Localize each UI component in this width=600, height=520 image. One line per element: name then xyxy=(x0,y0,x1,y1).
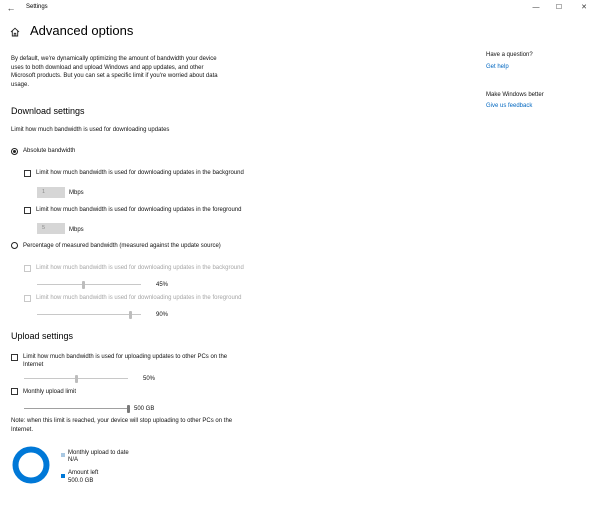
percentage-bandwidth-radio[interactable] xyxy=(11,242,18,249)
upload-usage-donut xyxy=(12,446,50,484)
abs-background-label: Limit how much bandwidth is used for dow… xyxy=(36,170,244,176)
abs-foreground-input[interactable]: 5 xyxy=(37,223,65,234)
pct-foreground-checkbox[interactable] xyxy=(24,295,31,302)
abs-foreground-unit: Mbps xyxy=(69,227,84,233)
monthly-upload-value: 500 GB xyxy=(134,406,155,412)
absolute-bandwidth-radio[interactable] xyxy=(11,148,18,155)
pct-foreground-slider-thumb[interactable] xyxy=(129,311,133,319)
get-help-link[interactable]: Get help xyxy=(486,64,509,70)
minimize-button[interactable]: — xyxy=(526,2,546,14)
upload-note: Note: when this limit is reached, your d… xyxy=(11,418,233,433)
absolute-bandwidth-label: Absolute bandwidth xyxy=(23,148,76,154)
monthly-upload-slider-track[interactable] xyxy=(24,408,128,409)
amount-left-ring xyxy=(12,446,50,484)
monthly-upload-label: Monthly upload limit xyxy=(23,389,77,395)
amount-left-legend-value: 500.0 GB xyxy=(68,478,94,484)
pct-background-value: 45% xyxy=(156,282,169,288)
download-settings-subtitle: Limit how much bandwidth is used for dow… xyxy=(11,127,170,133)
title-bar: ← Settings — ☐ ✕ xyxy=(0,0,600,16)
amount-left-legend-swatch xyxy=(61,474,65,478)
uploaded-legend-value: N/A xyxy=(68,457,79,463)
abs-background-checkbox[interactable] xyxy=(24,170,31,177)
upload-limit-label-line2: Internet xyxy=(23,362,44,368)
close-button[interactable]: ✕ xyxy=(574,2,594,14)
pct-foreground-value: 90% xyxy=(156,312,169,318)
monthly-upload-slider-thumb[interactable] xyxy=(126,405,130,413)
download-settings-heading: Download settings xyxy=(11,106,85,116)
give-us-feedback-link[interactable]: Give us feedback xyxy=(486,103,532,109)
upload-limit-checkbox[interactable] xyxy=(11,354,18,361)
abs-background-input[interactable]: 1 xyxy=(37,187,65,198)
percentage-bandwidth-label: Percentage of measured bandwidth (measur… xyxy=(23,243,221,249)
upload-limit-slider-thumb[interactable] xyxy=(74,375,78,383)
back-arrow-icon[interactable]: ← xyxy=(4,1,18,15)
have-a-question-heading: Have a question? xyxy=(486,52,533,58)
upload-limit-label-line1: Limit how much bandwidth is used for upl… xyxy=(23,354,228,360)
maximize-button[interactable]: ☐ xyxy=(549,2,569,14)
pct-background-slider-track[interactable] xyxy=(37,284,141,285)
monthly-upload-checkbox[interactable] xyxy=(11,388,18,395)
page-title: Advanced options xyxy=(30,23,134,38)
abs-foreground-label: Limit how much bandwidth is used for dow… xyxy=(36,207,242,213)
pct-background-checkbox[interactable] xyxy=(24,265,31,272)
pct-foreground-slider-track[interactable] xyxy=(37,314,141,315)
upload-settings-heading: Upload settings xyxy=(11,331,74,341)
abs-foreground-checkbox[interactable] xyxy=(24,207,31,214)
pct-foreground-label: Limit how much bandwidth is used for dow… xyxy=(36,295,242,301)
make-windows-better-heading: Make Windows better xyxy=(486,92,544,98)
upload-limit-value: 50% xyxy=(143,376,156,382)
home-icon[interactable] xyxy=(10,27,20,37)
pct-background-label: Limit how much bandwidth is used for dow… xyxy=(36,265,244,271)
abs-background-unit: Mbps xyxy=(69,190,84,196)
window-title: Settings xyxy=(26,4,48,10)
pct-background-slider-thumb[interactable] xyxy=(82,281,86,289)
amount-left-legend-label: Amount left xyxy=(68,470,99,476)
uploaded-legend-swatch xyxy=(61,453,65,457)
intro-text: By default, we're dynamically optimizing… xyxy=(11,56,218,88)
